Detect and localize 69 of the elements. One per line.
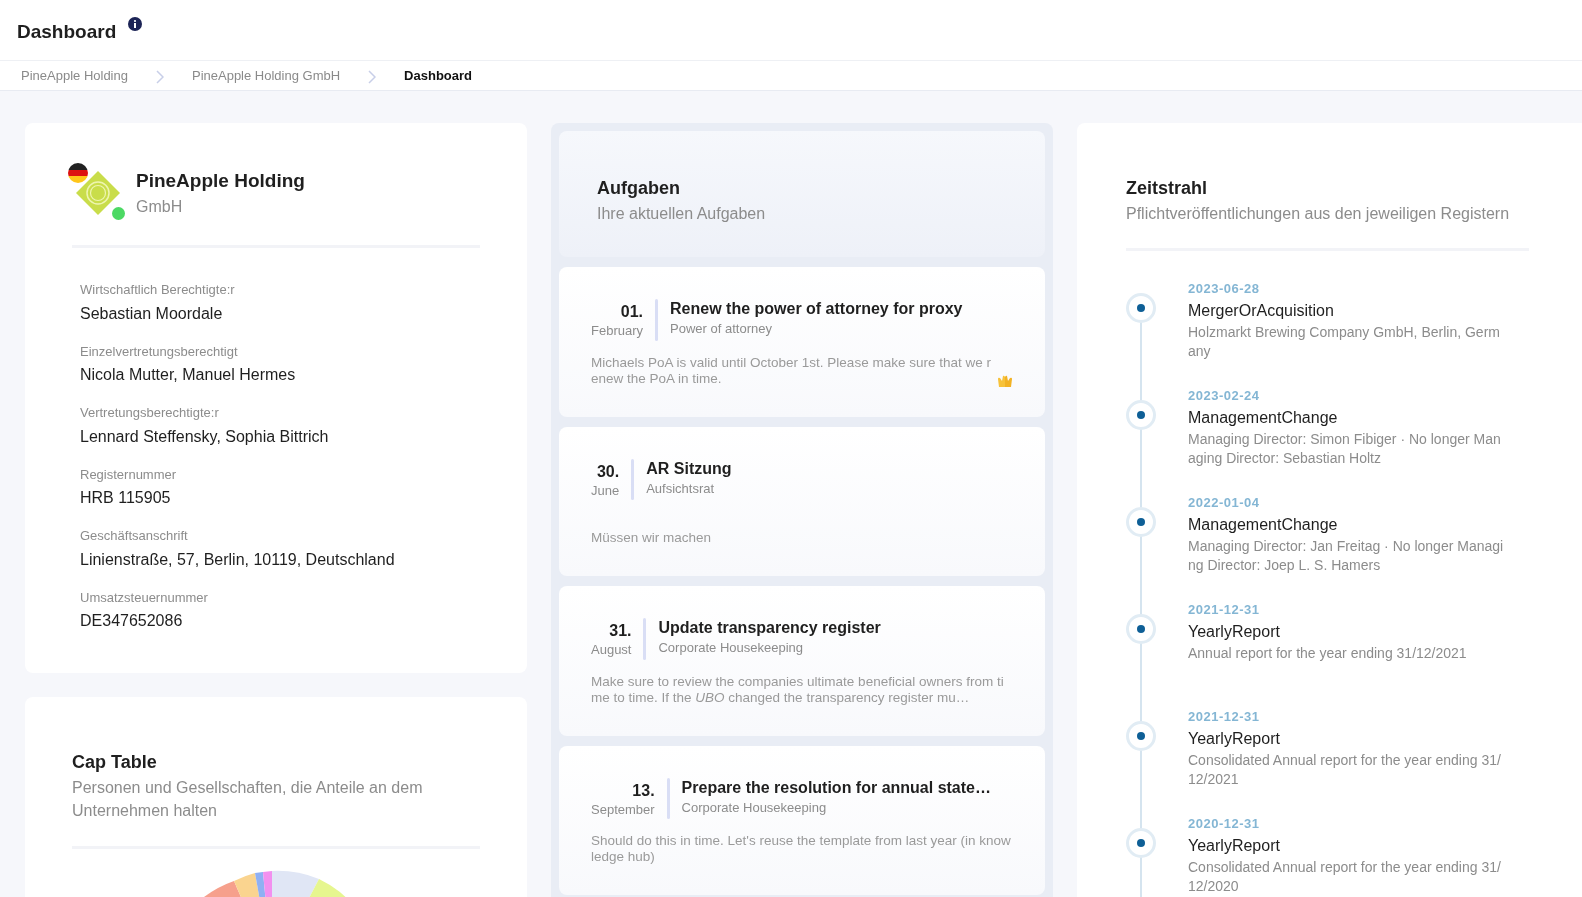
field-label: Registernummer xyxy=(80,465,178,484)
task-card[interactable]: 30. June AR Sitzung Aufsichtsrat Müssen wir machen xyxy=(559,426,1045,576)
field-value: Nicola Mutter, Manuel Hermes xyxy=(80,365,297,385)
card-subtitle: Personen und Gesellschaften, die Anteile an dem Unternehmen halten xyxy=(72,778,424,821)
field-value: DE347652086 xyxy=(80,611,184,631)
card-title: Cap Table xyxy=(72,751,158,774)
task-day: 01. xyxy=(620,299,644,321)
chevron-right-icon xyxy=(155,70,164,84)
task-day: 30. xyxy=(596,458,620,481)
legal-form: GmbH xyxy=(136,197,184,218)
field-value: Lennard Steffensky, Sophia Bittrich xyxy=(80,426,330,447)
event-description: Consolidated Annual report for the year ending 31/12/2021 xyxy=(1188,750,1502,789)
breadcrumb-link[interactable]: Dashboard xyxy=(404,65,472,86)
task-description: Make sure to review the companies ultimate beneficial owners from time to time. If the UBO changed the transparency register mu… xyxy=(591,673,1005,706)
task-title: Prepare the resolution for annual state… xyxy=(681,777,991,798)
page-title: Dashboard xyxy=(17,20,117,44)
task-title: Renew the power of attorney for proxy xyxy=(670,299,963,319)
info-icon[interactable] xyxy=(128,17,143,31)
event-date: 2023-02-24 xyxy=(1188,387,1261,405)
field-value: Linienstraße, 57, Berlin, 10119, Deutschland xyxy=(80,549,396,570)
event-type: YearlyReport xyxy=(1188,728,1281,749)
card-title: Zeitstrahl xyxy=(1126,177,1209,200)
field-label: Wirtschaftlich Berechtigte:r xyxy=(80,281,236,299)
task-title: Update transparency register xyxy=(658,618,881,638)
card-subtitle: Pflichtveröffentlichungen aus den jeweiligen Registern xyxy=(1126,204,1511,224)
chevron-right-icon xyxy=(368,70,377,84)
task-category: Power of attorney xyxy=(670,320,773,338)
card-title: Aufgaben xyxy=(597,177,681,200)
task-month: September xyxy=(591,800,655,819)
task-card[interactable]: 13. September Prepare the resolution for annual state… Corporate Housekeeping Should do this in time. Let's reuse the template from last year (in knowledge hub) xyxy=(559,745,1045,895)
event-description: Annual report for the year ending 31/12/2021 xyxy=(1188,643,1468,663)
task-day: 13. xyxy=(632,777,655,800)
event-date: 2022-01-04 xyxy=(1188,494,1261,512)
event-type: MergerOrAcquisition xyxy=(1188,300,1335,321)
task-description: Müssen wir machen xyxy=(591,530,713,546)
field-value: HRB 115905 xyxy=(80,488,172,508)
task-category: Corporate Housekeeping xyxy=(681,798,828,817)
field-label: Umsatzsteuernummer xyxy=(80,588,209,607)
event-date: 2021-12-31 xyxy=(1188,601,1261,619)
event-type: ManagementChange xyxy=(1188,514,1339,535)
event-date: 2020-12-31 xyxy=(1188,815,1261,833)
event-date: 2021-12-31 xyxy=(1188,708,1261,726)
task-card[interactable]: 31. August Update transparency register Corporate Housekeeping Make sure to review the companies ultimate beneficial owners from time to time. If the UBO changed the transparency register mu… xyxy=(559,586,1045,736)
task-day: 31. xyxy=(609,618,632,640)
task-month: August xyxy=(591,641,632,659)
breadcrumb-link[interactable]: PineApple Holding xyxy=(21,65,128,86)
card-subtitle: Ihre aktuellen Aufgaben xyxy=(597,204,767,224)
event-type: YearlyReport xyxy=(1188,621,1281,642)
field-value: Sebastian Moordale xyxy=(80,303,224,324)
event-type: ManagementChange xyxy=(1188,407,1339,428)
event-date: 2023-06-28 xyxy=(1188,280,1261,298)
event-type: YearlyReport xyxy=(1188,835,1281,856)
field-label: Einzelvertretungsberechtigt xyxy=(80,342,239,361)
event-description: Holzmarkt Brewing Company GmbH, Berlin, Germany xyxy=(1188,322,1501,361)
field-label: Geschäftsanschrift xyxy=(80,527,189,545)
event-description: Managing Director: Jan Freitag · No longer Managing Director: Joep L. S. Hamers xyxy=(1188,536,1505,575)
company-name: PineApple Holding xyxy=(136,168,305,193)
task-category: Aufsichtsrat xyxy=(646,479,716,498)
task-card[interactable]: 01. February Renew the power of attorney for proxy Power of attorney Michaels PoA is valid until October 1st. Please make sure that we renew the PoA in time. xyxy=(559,267,1045,417)
task-title: AR Sitzung xyxy=(646,458,732,479)
field-label: Vertretungsberechtigte:r xyxy=(80,404,220,422)
task-description: Should do this in time. Let's reuse the template from last year (in knowledge hub) xyxy=(591,833,1011,865)
task-description: Michaels PoA is valid until October 1st. Please make sure that we renew the PoA in time. xyxy=(591,354,992,387)
task-month: February xyxy=(591,322,644,340)
task-month: June xyxy=(591,481,620,500)
flag-icon xyxy=(68,163,88,183)
event-description: Managing Director: Simon Fibiger · No longer Managing Director: Sebastian Holtz xyxy=(1188,429,1502,468)
task-category: Corporate Housekeeping xyxy=(658,639,805,657)
event-description: Consolidated Annual report for the year ending 31/12/2020 xyxy=(1188,857,1502,896)
